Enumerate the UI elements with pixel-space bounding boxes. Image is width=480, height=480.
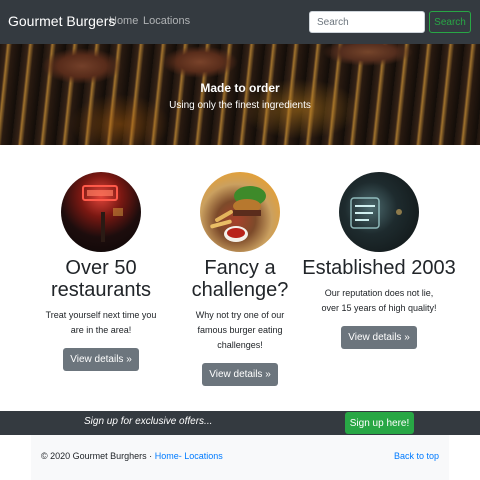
open-sign-icon xyxy=(82,185,123,242)
footer: © 2020 Gourmet Burghers · Home- Location… xyxy=(31,435,449,480)
nav-home-link[interactable]: Home xyxy=(109,15,138,27)
hero-banner: Made to order Using only the finest ingr… xyxy=(0,44,480,145)
burger-fries-photo xyxy=(200,172,280,252)
view-details-button[interactable]: View details » xyxy=(63,348,139,371)
search-button[interactable]: Search xyxy=(429,11,471,33)
navbar: Gourmet Burgers Home Locations Search xyxy=(0,0,480,44)
hero-title: Made to order xyxy=(200,81,280,95)
signup-text: Sign up for exclusive offers... xyxy=(84,416,213,427)
search-input[interactable] xyxy=(309,11,425,33)
signup-button[interactable]: Sign up here! xyxy=(345,412,414,434)
feature-text: Our reputation does not lie, over 15 yea… xyxy=(321,288,437,313)
copyright-text: © 2020 Gourmet Burghers · Home- Location… xyxy=(41,451,223,461)
feature-column-challenge: Fancy a challenge? Why not try one of ou… xyxy=(160,172,320,386)
brand-logo[interactable]: Gourmet Burgers xyxy=(8,13,115,29)
open-sign-photo xyxy=(61,172,141,252)
burger-icon xyxy=(210,186,266,242)
back-to-top-link[interactable]: Back to top xyxy=(394,451,439,461)
feature-heading: Fancy a challenge? xyxy=(191,257,289,301)
feature-heading: Established 2003 xyxy=(302,257,456,279)
view-details-button[interactable]: View details » xyxy=(341,326,417,349)
feature-heading: Over 50 restaurants xyxy=(50,257,152,301)
footer-home-link[interactable]: Home xyxy=(155,451,179,461)
feature-column-restaurants: Over 50 restaurants Treat yourself next … xyxy=(21,172,181,371)
signup-bar: Sign up for exclusive offers... Sign up … xyxy=(0,411,480,435)
neon-sign-icon xyxy=(350,197,402,229)
view-details-button[interactable]: View details » xyxy=(202,363,278,386)
feature-column-established: Established 2003 Our reputation does not… xyxy=(299,172,459,349)
nav-locations-link[interactable]: Locations xyxy=(143,15,190,27)
hero-subtitle: Using only the finest ingredients xyxy=(169,100,311,111)
neon-sign-photo xyxy=(339,172,419,252)
footer-locations-link[interactable]: - Locations xyxy=(179,451,223,461)
feature-text: Why not try one of our famous burger eat… xyxy=(195,310,285,350)
feature-text: Treat yourself next time you are in the … xyxy=(45,310,157,335)
